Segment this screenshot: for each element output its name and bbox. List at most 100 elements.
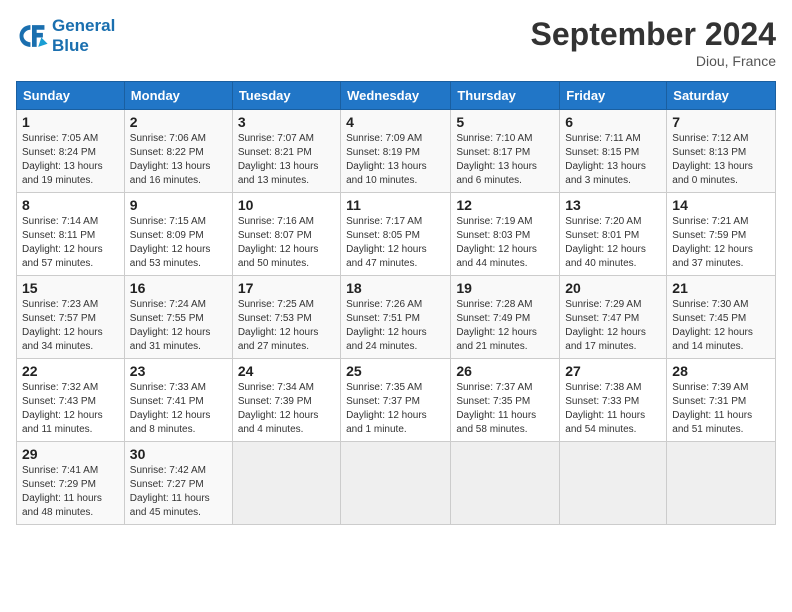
calendar-cell [232, 442, 340, 525]
month-title: September 2024 [531, 16, 776, 53]
logo-icon [16, 22, 48, 50]
week-row-2: 8 Sunrise: 7:14 AM Sunset: 8:11 PM Dayli… [17, 193, 776, 276]
day-info: Sunrise: 7:07 AM Sunset: 8:21 PM Dayligh… [238, 132, 335, 188]
day-number: 28 [672, 363, 770, 379]
week-row-3: 15 Sunrise: 7:23 AM Sunset: 7:57 PM Dayl… [17, 276, 776, 359]
week-row-4: 22 Sunrise: 7:32 AM Sunset: 7:43 PM Dayl… [17, 359, 776, 442]
day-info: Sunrise: 7:05 AM Sunset: 8:24 PM Dayligh… [22, 132, 119, 188]
calendar-cell: 7 Sunrise: 7:12 AM Sunset: 8:13 PM Dayli… [667, 110, 776, 193]
calendar-cell: 13 Sunrise: 7:20 AM Sunset: 8:01 PM Dayl… [560, 193, 667, 276]
calendar-cell [667, 442, 776, 525]
day-number: 29 [22, 446, 119, 462]
calendar-cell: 29 Sunrise: 7:41 AM Sunset: 7:29 PM Dayl… [17, 442, 125, 525]
col-header-wednesday: Wednesday [341, 82, 451, 110]
day-info: Sunrise: 7:34 AM Sunset: 7:39 PM Dayligh… [238, 381, 335, 437]
calendar-cell: 6 Sunrise: 7:11 AM Sunset: 8:15 PM Dayli… [560, 110, 667, 193]
day-number: 4 [346, 114, 445, 130]
col-header-saturday: Saturday [667, 82, 776, 110]
day-info: Sunrise: 7:29 AM Sunset: 7:47 PM Dayligh… [565, 298, 661, 354]
day-number: 30 [130, 446, 227, 462]
col-header-thursday: Thursday [451, 82, 560, 110]
calendar-cell: 24 Sunrise: 7:34 AM Sunset: 7:39 PM Dayl… [232, 359, 340, 442]
week-row-5: 29 Sunrise: 7:41 AM Sunset: 7:29 PM Dayl… [17, 442, 776, 525]
day-number: 7 [672, 114, 770, 130]
title-block: September 2024 Diou, France [531, 16, 776, 69]
calendar-cell: 28 Sunrise: 7:39 AM Sunset: 7:31 PM Dayl… [667, 359, 776, 442]
calendar-cell: 2 Sunrise: 7:06 AM Sunset: 8:22 PM Dayli… [124, 110, 232, 193]
calendar-cell: 8 Sunrise: 7:14 AM Sunset: 8:11 PM Dayli… [17, 193, 125, 276]
day-number: 1 [22, 114, 119, 130]
day-number: 12 [456, 197, 554, 213]
calendar-cell [341, 442, 451, 525]
day-number: 8 [22, 197, 119, 213]
location: Diou, France [531, 53, 776, 69]
day-info: Sunrise: 7:32 AM Sunset: 7:43 PM Dayligh… [22, 381, 119, 437]
calendar-table: SundayMondayTuesdayWednesdayThursdayFrid… [16, 81, 776, 525]
day-info: Sunrise: 7:37 AM Sunset: 7:35 PM Dayligh… [456, 381, 554, 437]
calendar-cell: 19 Sunrise: 7:28 AM Sunset: 7:49 PM Dayl… [451, 276, 560, 359]
day-number: 26 [456, 363, 554, 379]
calendar-cell: 9 Sunrise: 7:15 AM Sunset: 8:09 PM Dayli… [124, 193, 232, 276]
day-number: 3 [238, 114, 335, 130]
day-number: 15 [22, 280, 119, 296]
day-info: Sunrise: 7:42 AM Sunset: 7:27 PM Dayligh… [130, 464, 227, 520]
day-info: Sunrise: 7:24 AM Sunset: 7:55 PM Dayligh… [130, 298, 227, 354]
col-header-monday: Monday [124, 82, 232, 110]
calendar-cell: 16 Sunrise: 7:24 AM Sunset: 7:55 PM Dayl… [124, 276, 232, 359]
calendar-cell: 20 Sunrise: 7:29 AM Sunset: 7:47 PM Dayl… [560, 276, 667, 359]
day-info: Sunrise: 7:20 AM Sunset: 8:01 PM Dayligh… [565, 215, 661, 271]
calendar-cell: 25 Sunrise: 7:35 AM Sunset: 7:37 PM Dayl… [341, 359, 451, 442]
col-header-sunday: Sunday [17, 82, 125, 110]
day-number: 27 [565, 363, 661, 379]
day-number: 17 [238, 280, 335, 296]
calendar-cell: 27 Sunrise: 7:38 AM Sunset: 7:33 PM Dayl… [560, 359, 667, 442]
day-number: 21 [672, 280, 770, 296]
day-info: Sunrise: 7:38 AM Sunset: 7:33 PM Dayligh… [565, 381, 661, 437]
calendar-cell: 21 Sunrise: 7:30 AM Sunset: 7:45 PM Dayl… [667, 276, 776, 359]
calendar-cell: 12 Sunrise: 7:19 AM Sunset: 8:03 PM Dayl… [451, 193, 560, 276]
day-number: 24 [238, 363, 335, 379]
calendar-cell: 14 Sunrise: 7:21 AM Sunset: 7:59 PM Dayl… [667, 193, 776, 276]
calendar-cell: 4 Sunrise: 7:09 AM Sunset: 8:19 PM Dayli… [341, 110, 451, 193]
calendar-cell: 22 Sunrise: 7:32 AM Sunset: 7:43 PM Dayl… [17, 359, 125, 442]
logo-text: General Blue [52, 16, 115, 56]
day-info: Sunrise: 7:39 AM Sunset: 7:31 PM Dayligh… [672, 381, 770, 437]
day-number: 16 [130, 280, 227, 296]
day-info: Sunrise: 7:12 AM Sunset: 8:13 PM Dayligh… [672, 132, 770, 188]
calendar-cell: 10 Sunrise: 7:16 AM Sunset: 8:07 PM Dayl… [232, 193, 340, 276]
calendar-cell: 17 Sunrise: 7:25 AM Sunset: 7:53 PM Dayl… [232, 276, 340, 359]
col-header-friday: Friday [560, 82, 667, 110]
day-number: 9 [130, 197, 227, 213]
day-info: Sunrise: 7:10 AM Sunset: 8:17 PM Dayligh… [456, 132, 554, 188]
calendar-cell: 15 Sunrise: 7:23 AM Sunset: 7:57 PM Dayl… [17, 276, 125, 359]
day-number: 19 [456, 280, 554, 296]
week-row-1: 1 Sunrise: 7:05 AM Sunset: 8:24 PM Dayli… [17, 110, 776, 193]
day-info: Sunrise: 7:33 AM Sunset: 7:41 PM Dayligh… [130, 381, 227, 437]
day-number: 11 [346, 197, 445, 213]
header-row: SundayMondayTuesdayWednesdayThursdayFrid… [17, 82, 776, 110]
calendar-cell [451, 442, 560, 525]
day-number: 13 [565, 197, 661, 213]
day-number: 20 [565, 280, 661, 296]
calendar-cell: 3 Sunrise: 7:07 AM Sunset: 8:21 PM Dayli… [232, 110, 340, 193]
day-info: Sunrise: 7:23 AM Sunset: 7:57 PM Dayligh… [22, 298, 119, 354]
calendar-cell: 1 Sunrise: 7:05 AM Sunset: 8:24 PM Dayli… [17, 110, 125, 193]
calendar-cell [560, 442, 667, 525]
day-number: 10 [238, 197, 335, 213]
day-info: Sunrise: 7:17 AM Sunset: 8:05 PM Dayligh… [346, 215, 445, 271]
day-info: Sunrise: 7:11 AM Sunset: 8:15 PM Dayligh… [565, 132, 661, 188]
calendar-cell: 30 Sunrise: 7:42 AM Sunset: 7:27 PM Dayl… [124, 442, 232, 525]
logo: General Blue [16, 16, 115, 56]
day-info: Sunrise: 7:15 AM Sunset: 8:09 PM Dayligh… [130, 215, 227, 271]
calendar-cell: 23 Sunrise: 7:33 AM Sunset: 7:41 PM Dayl… [124, 359, 232, 442]
day-info: Sunrise: 7:16 AM Sunset: 8:07 PM Dayligh… [238, 215, 335, 271]
day-number: 22 [22, 363, 119, 379]
day-info: Sunrise: 7:26 AM Sunset: 7:51 PM Dayligh… [346, 298, 445, 354]
calendar-cell: 11 Sunrise: 7:17 AM Sunset: 8:05 PM Dayl… [341, 193, 451, 276]
calendar-cell: 5 Sunrise: 7:10 AM Sunset: 8:17 PM Dayli… [451, 110, 560, 193]
day-info: Sunrise: 7:28 AM Sunset: 7:49 PM Dayligh… [456, 298, 554, 354]
day-number: 5 [456, 114, 554, 130]
day-number: 2 [130, 114, 227, 130]
day-number: 25 [346, 363, 445, 379]
day-number: 23 [130, 363, 227, 379]
